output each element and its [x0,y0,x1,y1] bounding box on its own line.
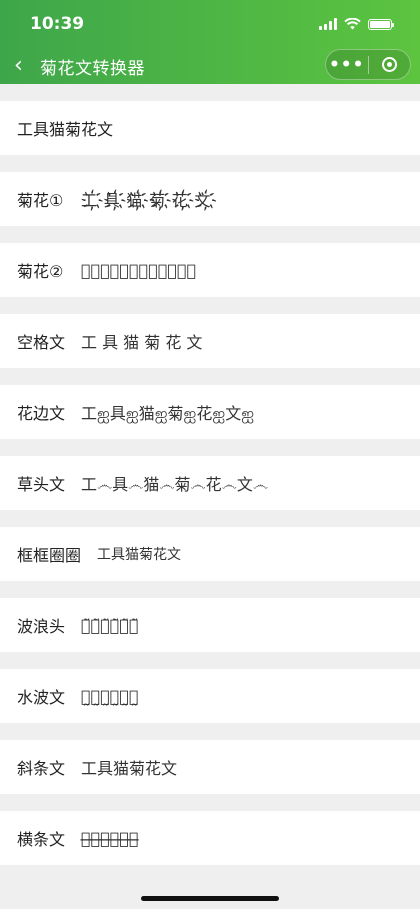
chevron-left-icon[interactable]: ‹ [14,55,36,77]
status-bar: 10:39 [0,0,420,48]
row-value: 工̰具̰猫̰菊̰花̰文̰ [81,686,139,706]
row-value: 工⃢具⃢猫⃢菊⃢花⃢文⃢ [81,260,197,280]
row-value: 工҉具҉猫҉菊҉花҉文҉ [81,191,218,210]
row-label: 水波文 [17,688,66,707]
text-input[interactable]: 工具猫菊花文 [0,101,420,155]
row-value: 工̶具̶猫̶菊̶花̶文̶ [81,828,139,848]
status-icons [319,18,394,30]
row-label: 斜条文 [17,759,66,778]
row-label: 菊花② [17,262,64,281]
capsule-menu: ••• [325,49,411,80]
list-item-strike[interactable]: 横条文 工̶具̶猫̶菊̶花̶文̶ [0,811,420,865]
list-item-wavehead[interactable]: 波浪头 工̃具̃猫̃菊̃花̃文̃ [0,598,420,652]
row-label: 花边文 [17,404,66,423]
row-label: 框框圈圈 [17,546,82,565]
status-time: 10:39 [30,14,85,34]
wifi-icon [344,18,361,30]
signal-icon [319,18,337,30]
list-item-water[interactable]: 水波文 工̰具̰猫̰菊̰花̰文̰ [0,669,420,723]
row-value: 工 具 猫 菊 花 文 [81,333,203,352]
battery-icon [368,18,394,30]
row-value: 工̃具̃猫̃菊̃花̃文̃ [81,615,139,635]
list-item-grass[interactable]: 草头文 工෴具෴猫෴菊෴花෴文෴ [0,456,420,510]
list-item-juhua1[interactable]: 菊花① 工҉具҉猫҉菊҉花҉文҉ [0,172,420,226]
list-item-juhua2[interactable]: 菊花② 工⃢具⃢猫⃢菊⃢花⃢文⃢ [0,243,420,297]
row-value: 工具猫菊花文 [97,547,181,563]
header: 10:39 ‹ 菊花文转换器 ••• [0,0,420,84]
row-value: 工ஐ具ஐ猫ஐ菊ஐ花ஐ文ஐ [81,403,255,423]
target-icon[interactable] [369,57,411,72]
more-dots-icon[interactable]: ••• [326,55,368,75]
input-value: 工具猫菊花文 [17,120,114,139]
row-label: 波浪头 [17,617,66,636]
nav-bar: ‹ 菊花文转换器 ••• [0,48,420,84]
list-item-slash[interactable]: 斜条文 工具猫菊花文 [0,740,420,794]
row-label: 空格文 [17,333,66,352]
row-value: 工具猫菊花文 [81,759,178,778]
row-label: 草头文 [17,475,66,494]
list-item-lace[interactable]: 花边文 工ஐ具ஐ猫ஐ菊ஐ花ஐ文ஐ [0,385,420,439]
result-list: 工具猫菊花文 菊花① 工҉具҉猫҉菊҉花҉文҉ 菊花② 工⃢具⃢猫⃢菊⃢花⃢文⃢… [0,101,420,865]
list-item-space[interactable]: 空格文 工 具 猫 菊 花 文 [0,314,420,368]
row-label: 菊花① [17,191,64,210]
row-value: 工෴具෴猫෴菊෴花෴文෴ [81,475,269,494]
home-indicator[interactable] [141,896,279,901]
list-item-frame[interactable]: 框框圈圈 工具猫菊花文 [0,527,420,581]
page-title: 菊花文转换器 [40,58,145,79]
row-label: 横条文 [17,830,66,849]
